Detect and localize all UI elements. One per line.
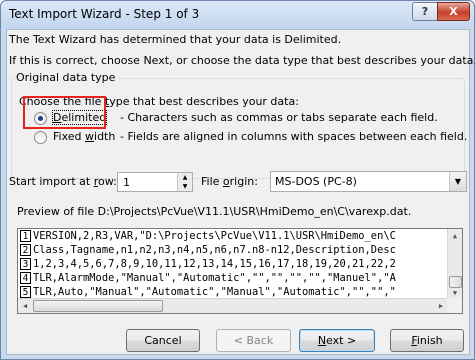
file-origin-label: File origin: <box>201 175 258 188</box>
fixed-width-radio[interactable] <box>34 131 47 144</box>
preview-row: 1 VERSION,2,R3,VAR,"D:\Projects\PcVue\V1… <box>18 230 447 243</box>
row-number: 4 <box>20 272 31 284</box>
finish-button[interactable]: Finish <box>390 329 464 352</box>
scrollbar-corner <box>447 298 462 313</box>
cancel-button[interactable]: Cancel <box>126 329 200 352</box>
group-title: Original data type <box>15 71 119 84</box>
chevron-down-icon[interactable]: ▼ <box>449 172 466 191</box>
preview-row: 2 Class,Tagname,n1,n2,n3,n4,n5,n6,n7.n8-… <box>18 244 447 257</box>
start-row-value[interactable]: 1 <box>123 176 130 189</box>
back-button[interactable]: < Back <box>216 329 291 352</box>
text-import-wizard-window: Text Import Wizard - Step 1 of 3 ? X The… <box>0 0 475 360</box>
preview-row: 3 1,2,3,4,5,6,7,8,9,10,11,12,13,14,15,16… <box>18 258 447 271</box>
highlight-annotation-box <box>23 96 106 129</box>
file-preview-pane[interactable]: 1 VERSION,2,R3,VAR,"D:\Projects\PcVue\V1… <box>17 228 463 314</box>
fixed-width-description: - Fields are aligned in columns with spa… <box>120 130 468 143</box>
row-number: 3 <box>20 258 31 270</box>
window-title: Text Import Wizard - Step 1 of 3 <box>9 7 200 21</box>
dialog-client-area: The Text Wizard has determined that your… <box>6 29 475 355</box>
horizontal-scroll-thumb[interactable] <box>33 300 163 312</box>
preview-row: 4 TLR,AlarmMode,"Manual","Automatic","",… <box>18 272 447 285</box>
title-bar[interactable]: Text Import Wizard - Step 1 of 3 ? X <box>1 1 474 28</box>
preview-horizontal-scrollbar[interactable]: ◀ ▶ <box>18 298 448 313</box>
row-text: Class,Tagname,n1,n2,n3,n4,n5,n6,n7.n8-n1… <box>33 244 396 256</box>
row-number: 1 <box>20 230 31 242</box>
preview-label: Preview of file D:\Projects\PcVue\V11.1\… <box>17 205 412 218</box>
spin-down-icon[interactable]: ▼ <box>177 182 192 191</box>
row-text: VERSION,2,R3,VAR,"D:\Projects\PcVue\V11.… <box>33 230 396 242</box>
row-text: TLR,AlarmMode,"Manual","Automatic","",""… <box>33 272 396 284</box>
row-number: 5 <box>20 286 31 298</box>
next-button[interactable]: Next > <box>299 329 375 352</box>
scroll-left-icon[interactable]: ◀ <box>18 299 32 313</box>
preview-vertical-scrollbar[interactable]: ▲ ▼ <box>447 229 462 300</box>
scroll-up-icon[interactable]: ▲ <box>448 229 462 243</box>
close-button[interactable]: X <box>437 2 470 21</box>
row-text: 1,2,3,4,5,6,7,8,9,10,11,12,13,14,15,16,1… <box>33 258 396 270</box>
intro-line-2: If this is correct, choose Next, or choo… <box>9 54 475 67</box>
scroll-right-icon[interactable]: ▶ <box>434 299 448 313</box>
help-button[interactable]: ? <box>412 2 438 21</box>
start-row-label: Start import at row: <box>9 175 117 188</box>
spin-up-icon[interactable]: ▲ <box>177 173 192 182</box>
file-origin-select[interactable]: MS-DOS (PC-8) ▼ <box>270 171 467 192</box>
file-origin-value: MS-DOS (PC-8) <box>275 175 357 188</box>
start-row-spinner[interactable]: 1 ▲ ▼ <box>117 172 193 192</box>
fixed-width-label[interactable]: Fixed width <box>53 130 115 143</box>
delimited-description: - Characters such as commas or tabs sepa… <box>120 111 438 124</box>
row-number: 2 <box>20 244 31 256</box>
intro-line-1: The Text Wizard has determined that your… <box>9 33 342 46</box>
